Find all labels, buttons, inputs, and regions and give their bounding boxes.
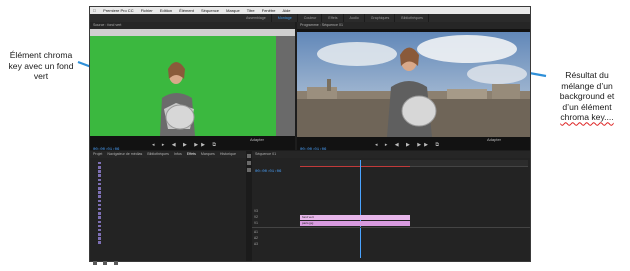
menu-bar:  Premiere Pro CC Fichier Edition Élémen… (90, 7, 530, 14)
project-tab[interactable]: Effets (187, 152, 196, 156)
trash-icon[interactable] (113, 261, 118, 265)
work-area-bar[interactable] (300, 166, 410, 167)
hand-tool-icon[interactable] (247, 168, 251, 172)
program-transport-controls[interactable]: ◂ ▸ ◀ ▶ ▶▶ ⧉ (375, 142, 442, 148)
project-toolbar (92, 253, 119, 271)
menu-item[interactable]: Premiere Pro CC (103, 8, 133, 13)
new-bin-icon[interactable] (93, 261, 97, 265)
menu-item[interactable]: Edition (160, 8, 172, 13)
workspace-tab[interactable]: Assemblage (241, 14, 272, 22)
menu-item[interactable]: Élément (179, 8, 194, 13)
razor-tool-icon[interactable] (247, 161, 251, 165)
project-panel: Projet Navigateur de médias Bibliothèque… (90, 151, 250, 265)
workspace-tab[interactable]: Audio (345, 14, 365, 22)
workspace-tab[interactable]: Couleur (299, 14, 323, 22)
source-monitor: Source : fond vert 00:00:01:06 Adapter ◂… (90, 22, 295, 152)
menu-item[interactable]: Marque (226, 8, 240, 13)
project-tab[interactable]: Navigateur de médias (107, 152, 142, 156)
source-transport-controls[interactable]: ◂ ▸ ◀ ▶ ▶▶ ⧉ (152, 142, 219, 148)
project-tabs: Projet Navigateur de médias Bibliothèque… (90, 151, 250, 158)
timeline-clip[interactable]: paris.jpg (300, 220, 410, 226)
effects-list (92, 161, 248, 259)
program-monitor-title[interactable]: Programme : Séquence 01 (297, 22, 530, 29)
program-monitor: Programme : Séquence 01 00:00:01:06 Adap… (297, 22, 530, 152)
project-tab[interactable]: Marques (201, 152, 215, 156)
source-fit-select[interactable]: Adapter (250, 137, 264, 142)
premiere-window:  Premiere Pro CC Fichier Edition Élémen… (89, 6, 531, 265)
menu-item[interactable]: Aide (282, 8, 290, 13)
menu-item[interactable]: Séquence (201, 8, 219, 13)
tab-sequence[interactable]: Séquence 01 (255, 152, 276, 156)
timeline-panel: Séquence 01 00:00:01:06 V3 V2 V1 A1 A2 A… (252, 151, 530, 261)
project-tab[interactable]: Bibliothèques (147, 152, 169, 156)
timeline-timecode[interactable]: 00:00:01:06 (255, 159, 281, 177)
menu-item[interactable]: Fenêtre (262, 8, 276, 13)
project-tab[interactable]: Historique (220, 152, 236, 156)
workspace-tab[interactable]: Graphiques (366, 14, 396, 22)
source-monitor-title[interactable]: Source : fond vert (90, 22, 295, 29)
menu-item[interactable]: Fichier (141, 8, 153, 13)
selection-tool-icon[interactable] (247, 154, 251, 158)
workspace-tab[interactable]: Bibliothèques (396, 14, 429, 22)
workspace-bar: Assemblage Montage Couleur Effets Audio … (90, 14, 530, 22)
track-a3: A3 (254, 242, 258, 246)
list-item[interactable] (92, 241, 248, 245)
program-video-frame (297, 29, 530, 137)
workspace-tab[interactable]: Montage (273, 14, 298, 22)
menu-item[interactable]: Titre (247, 8, 255, 13)
timeline-clip[interactable]: fond vert (300, 214, 410, 220)
project-tab[interactable]: Infos (174, 152, 182, 156)
apple-icon[interactable]:  (93, 8, 96, 13)
new-item-icon[interactable] (103, 261, 108, 265)
workspace-tab[interactable]: Effets (323, 14, 344, 22)
program-fit-select[interactable]: Adapter (487, 137, 501, 142)
source-video-frame (90, 29, 295, 136)
project-tab[interactable]: Projet (93, 152, 102, 156)
video-audio-divider (252, 227, 530, 228)
